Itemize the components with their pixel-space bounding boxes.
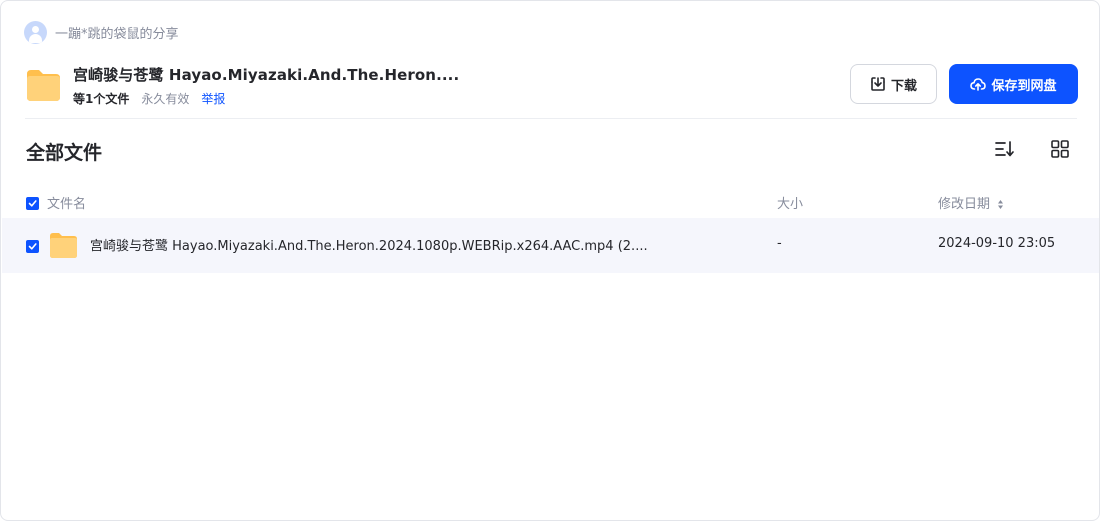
row-checkbox[interactable] xyxy=(26,240,39,253)
sort-button[interactable] xyxy=(993,137,1017,161)
file-name[interactable]: 宫崎骏与苍鹭 Hayao.Miyazaki.And.The.Heron.2024… xyxy=(90,235,648,254)
download-label: 下载 xyxy=(890,78,917,94)
grid-view-icon xyxy=(1051,140,1069,158)
column-header-modified-label: 修改日期 xyxy=(938,197,991,212)
cloud-upload-icon xyxy=(970,78,987,91)
file-size: - xyxy=(777,236,782,251)
grid-view-button[interactable] xyxy=(1048,137,1072,161)
sharer-name: 一蹦*跳的袋鼠的分享 xyxy=(55,27,179,42)
share-title: 宫崎骏与苍鹭 Hayao.Miyazaki.And.The.Heron.... xyxy=(73,65,460,84)
sort-list-icon xyxy=(995,141,1014,157)
column-header-name[interactable]: 文件名 xyxy=(47,193,86,212)
file-modified: 2024-09-10 23:05 xyxy=(938,236,1056,251)
folder-icon xyxy=(50,233,77,258)
column-header-size[interactable]: 大小 xyxy=(777,193,803,212)
download-icon xyxy=(871,77,885,91)
share-header: 宫崎骏与苍鹭 Hayao.Miyazaki.And.The.Heron.... … xyxy=(25,63,459,107)
folder-icon xyxy=(27,70,60,101)
validity: 永久有效 xyxy=(141,91,190,106)
sort-caret-icon xyxy=(998,200,1004,209)
column-header-modified[interactable]: 修改日期 xyxy=(938,193,1004,212)
checkbox-checked-icon xyxy=(28,200,37,207)
sharer-info: 一蹦*跳的袋鼠的分享 xyxy=(24,21,179,44)
checkbox-checked-icon xyxy=(28,243,37,250)
download-button[interactable]: 下载 xyxy=(850,64,937,104)
file-count: 等1个文件 xyxy=(73,91,130,106)
divider xyxy=(25,118,1077,119)
section-title: 全部文件 xyxy=(26,142,103,164)
save-to-drive-button[interactable]: 保存到网盘 xyxy=(949,64,1078,104)
share-page: 一蹦*跳的袋鼠的分享 宫崎骏与苍鹭 Hayao.Miyazaki.And.The… xyxy=(0,0,1100,521)
avatar xyxy=(24,21,47,44)
table-row[interactable]: 宫崎骏与苍鹭 Hayao.Miyazaki.And.The.Heron.2024… xyxy=(2,218,1099,273)
report-link[interactable]: 举报 xyxy=(201,90,225,107)
save-label: 保存到网盘 xyxy=(991,78,1057,94)
select-all-checkbox[interactable] xyxy=(26,197,39,210)
